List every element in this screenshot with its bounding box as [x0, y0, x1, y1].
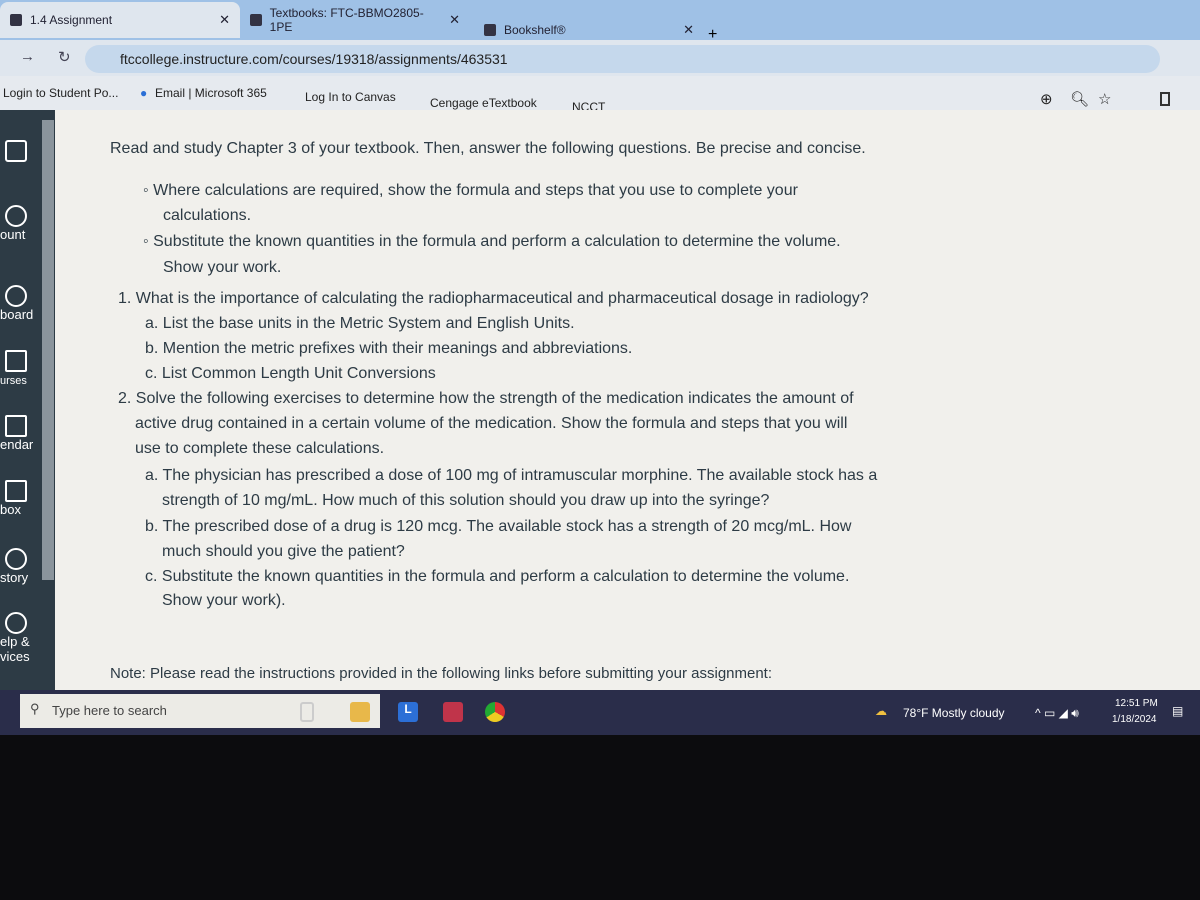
- tab-bar: 1.4 Assignment ✕ Textbooks: FTC-BBMO2805-…: [0, 0, 1200, 43]
- bullet-1-cont: calculations.: [163, 207, 252, 224]
- task-view-icon[interactable]: [300, 702, 314, 722]
- url-input[interactable]: ftccollege.instructure.com/courses/19318…: [85, 45, 1160, 73]
- history-icon: [5, 548, 27, 570]
- nav-label: story: [0, 570, 29, 585]
- tab-textbooks[interactable]: Textbooks: FTC-BBMO2805-1PE ✕: [250, 2, 470, 38]
- tab-title: Bookshelf®: [504, 23, 566, 37]
- account-icon: [5, 205, 27, 227]
- canvas-favicon-icon: [250, 14, 262, 26]
- chrome-icon[interactable]: [485, 702, 505, 722]
- nav-label: board: [0, 307, 34, 322]
- clock-date[interactable]: 1/18/2024: [1112, 714, 1157, 725]
- nav-label: urses: [0, 375, 27, 387]
- question-2: 2. Solve the following exercises to dete…: [118, 390, 854, 407]
- dashboard-icon: [5, 285, 27, 307]
- nav-label: elp &: [0, 634, 30, 649]
- windows-taskbar: ⚲ Type here to search L ☁ 78°F Mostly clo…: [0, 690, 1200, 735]
- cast-icon[interactable]: ⊕: [1040, 90, 1053, 108]
- bullet-text: Substitute the known quantities in the f…: [153, 233, 841, 250]
- question-2b-cont: much should you give the patient?: [162, 543, 405, 560]
- nav-label: ount: [0, 227, 26, 242]
- bookmark-canvas[interactable]: Log In to Canvas: [305, 90, 396, 104]
- question-2-cont: use to complete these calculations.: [135, 440, 385, 457]
- question-2b: b. The prescribed dose of a drug is 120 …: [145, 518, 852, 535]
- bullet-1: ◦ Where calculations are required, show …: [143, 182, 798, 199]
- nav-label: box: [0, 502, 21, 517]
- bullet-2-cont: Show your work.: [163, 259, 282, 276]
- question-2c-cont: Show your work).: [162, 592, 286, 609]
- bookmark-cengage[interactable]: Cengage eTextbook: [430, 96, 537, 110]
- search-placeholder: Type here to search: [52, 703, 167, 718]
- canvas-favicon-icon: [10, 14, 22, 26]
- assignment-content: Read and study Chapter 3 of your textboo…: [55, 110, 1200, 690]
- intro-text: Read and study Chapter 3 of your textboo…: [110, 140, 866, 157]
- weather-icon: ☁: [875, 704, 887, 718]
- reload-icon[interactable]: ↻: [58, 48, 71, 66]
- nav-label: vices: [0, 649, 30, 664]
- tab-title: 1.4 Assignment: [30, 13, 113, 27]
- nav-help[interactable]: elp & vices: [0, 612, 55, 664]
- taskbar-search-input[interactable]: ⚲ Type here to search: [20, 694, 380, 728]
- forward-icon[interactable]: →: [20, 48, 35, 65]
- bullet-text: Where calculations are required, show th…: [153, 182, 798, 199]
- bookmark-student-portal[interactable]: Login to Student Po...: [3, 86, 118, 100]
- url-text: ftccollege.instructure.com/courses/19318…: [120, 51, 508, 67]
- question-1a: a. List the base units in the Metric Sys…: [145, 315, 575, 332]
- file-explorer-icon[interactable]: [350, 702, 370, 722]
- microsoft-icon: ●: [140, 86, 148, 100]
- question-1b: b. Mention the metric prefixes with thei…: [145, 340, 633, 357]
- sidepanel-icon[interactable]: [1160, 92, 1170, 106]
- star-icon[interactable]: ☆: [1098, 90, 1111, 108]
- question-2a-cont: strength of 10 mg/mL. How much of this s…: [162, 492, 770, 509]
- nav-label: endar: [0, 437, 34, 452]
- close-tab-icon[interactable]: ✕: [219, 12, 230, 28]
- app-l-icon[interactable]: L: [398, 702, 418, 722]
- close-tab-icon[interactable]: ✕: [449, 12, 460, 28]
- scrollbar[interactable]: [42, 120, 54, 580]
- question-2c: c. Substitute the known quantities in th…: [145, 568, 850, 585]
- inbox-icon: [5, 480, 27, 502]
- close-tab-icon[interactable]: ✕: [683, 22, 694, 38]
- question-1: 1. What is the importance of calculating…: [118, 290, 869, 307]
- address-bar-row: → ↻ ftccollege.instructure.com/courses/1…: [0, 40, 1200, 76]
- bullet-2: ◦ Substitute the known quantities in the…: [143, 233, 841, 250]
- question-2-cont: active drug contained in a certain volum…: [135, 415, 848, 432]
- calendar-icon: [5, 415, 27, 437]
- zoom-icon[interactable]: 🔍︎: [1070, 90, 1089, 108]
- system-tray-icons[interactable]: ^ ▭ ◢ 🔊︎: [1035, 706, 1079, 721]
- bookmark-email[interactable]: Email | Microsoft 365: [155, 86, 267, 100]
- search-icon: ⚲: [30, 701, 40, 716]
- tab-title: Textbooks: FTC-BBMO2805-1PE: [269, 6, 424, 34]
- canvas-favicon-icon: [484, 24, 496, 36]
- clock-time[interactable]: 12:51 PM: [1115, 698, 1158, 709]
- question-1c: c. List Common Length Unit Conversions: [145, 365, 436, 382]
- notifications-icon[interactable]: ▤: [1172, 704, 1183, 718]
- weather-text[interactable]: 78°F Mostly cloudy: [903, 706, 1005, 720]
- question-2a: a. The physician has prescribed a dose o…: [145, 467, 878, 484]
- mcafee-icon[interactable]: [443, 702, 463, 722]
- logo-icon: [5, 140, 27, 162]
- courses-icon: [5, 350, 27, 372]
- bookmarks-bar: Login to Student Po... ● Email | Microso…: [0, 76, 1200, 114]
- help-icon: [5, 612, 27, 634]
- note-text: Note: Please read the instructions provi…: [110, 665, 773, 682]
- tab-assignment[interactable]: 1.4 Assignment ✕: [0, 2, 240, 38]
